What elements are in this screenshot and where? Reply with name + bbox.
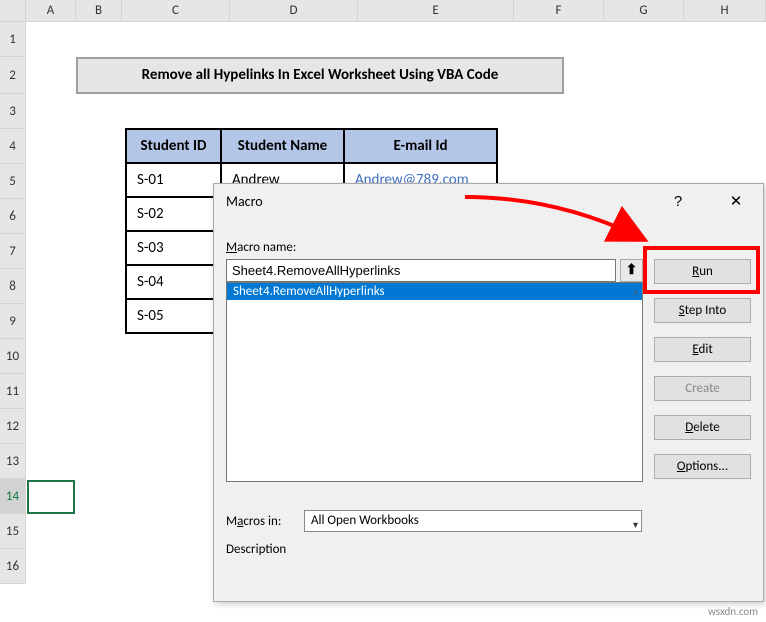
chevron-up-icon[interactable]: ㅅ [631, 284, 640, 299]
cell-id[interactable]: S-01 [126, 163, 221, 197]
th-email[interactable]: E-mail Id [344, 129, 497, 163]
macros-in-select[interactable]: All Open Workbooks ▾ [304, 510, 642, 532]
row-header-13[interactable]: 13 [0, 444, 26, 479]
macro-list[interactable]: Sheet4.RemoveAllHyperlinks ㅅ [226, 282, 643, 482]
select-all-corner[interactable] [0, 0, 26, 21]
cell-id[interactable]: S-02 [126, 197, 221, 231]
cell-id[interactable]: S-04 [126, 265, 221, 299]
row-header-16[interactable]: 16 [0, 549, 26, 584]
col-header-G[interactable]: G [604, 0, 684, 21]
th-student-id[interactable]: Student ID [126, 129, 221, 163]
col-header-E[interactable]: E [358, 0, 514, 21]
col-header-D[interactable]: D [230, 0, 358, 21]
col-header-C[interactable]: C [122, 0, 230, 21]
col-header-A[interactable]: A [26, 0, 76, 21]
macro-name-input[interactable] [226, 259, 616, 282]
annotation-arrow [460, 192, 660, 252]
step-into-button[interactable]: Step Into [654, 298, 751, 323]
watermark: wsxdn.com [708, 605, 758, 618]
row-header-10[interactable]: 10 [0, 339, 26, 374]
close-icon[interactable]: ✕ [721, 192, 751, 210]
row-header-3[interactable]: 3 [0, 94, 26, 129]
col-header-H[interactable]: H [684, 0, 766, 21]
macro-name-label: Macro name: [226, 240, 296, 255]
row-header-9[interactable]: 9 [0, 304, 26, 339]
row-header-4[interactable]: 4 [0, 129, 26, 164]
edit-button[interactable]: Edit [654, 337, 751, 362]
col-header-F[interactable]: F [514, 0, 604, 21]
cell-id[interactable]: S-03 [126, 231, 221, 265]
row-header-5[interactable]: 5 [0, 164, 26, 199]
chevron-down-icon: ▾ [633, 515, 638, 535]
macros-in-label: Macros in: [226, 514, 281, 529]
row-header-7[interactable]: 7 [0, 234, 26, 269]
macro-list-item[interactable]: Sheet4.RemoveAllHyperlinks [227, 283, 642, 300]
column-headers: A B C D E F G H [0, 0, 766, 22]
help-button[interactable]: ? [663, 193, 693, 210]
row-header-6[interactable]: 6 [0, 199, 26, 234]
dialog-buttons: Run Step Into Edit Create Delete Options… [654, 259, 751, 479]
dialog-title-text: Macro [226, 193, 263, 210]
th-student-name[interactable]: Student Name [221, 129, 344, 163]
row-header-1[interactable]: 1 [0, 22, 26, 57]
row-header-11[interactable]: 11 [0, 374, 26, 409]
page-title: Remove all Hypelinks In Excel Worksheet … [76, 57, 564, 94]
go-icon[interactable]: ⬆ [620, 259, 643, 282]
col-header-B[interactable]: B [76, 0, 122, 21]
row-header-15[interactable]: 15 [0, 514, 26, 549]
cell-id[interactable]: S-05 [126, 299, 221, 333]
row-header-8[interactable]: 8 [0, 269, 26, 304]
row-header-12[interactable]: 12 [0, 409, 26, 444]
row-header-14[interactable]: 14 [0, 479, 26, 514]
run-button[interactable]: Run [654, 259, 751, 284]
create-button: Create [654, 376, 751, 401]
description-label: Description [226, 542, 286, 557]
row-header-2[interactable]: 2 [0, 57, 26, 94]
options-button[interactable]: Options... [654, 454, 751, 479]
delete-button[interactable]: Delete [654, 415, 751, 440]
